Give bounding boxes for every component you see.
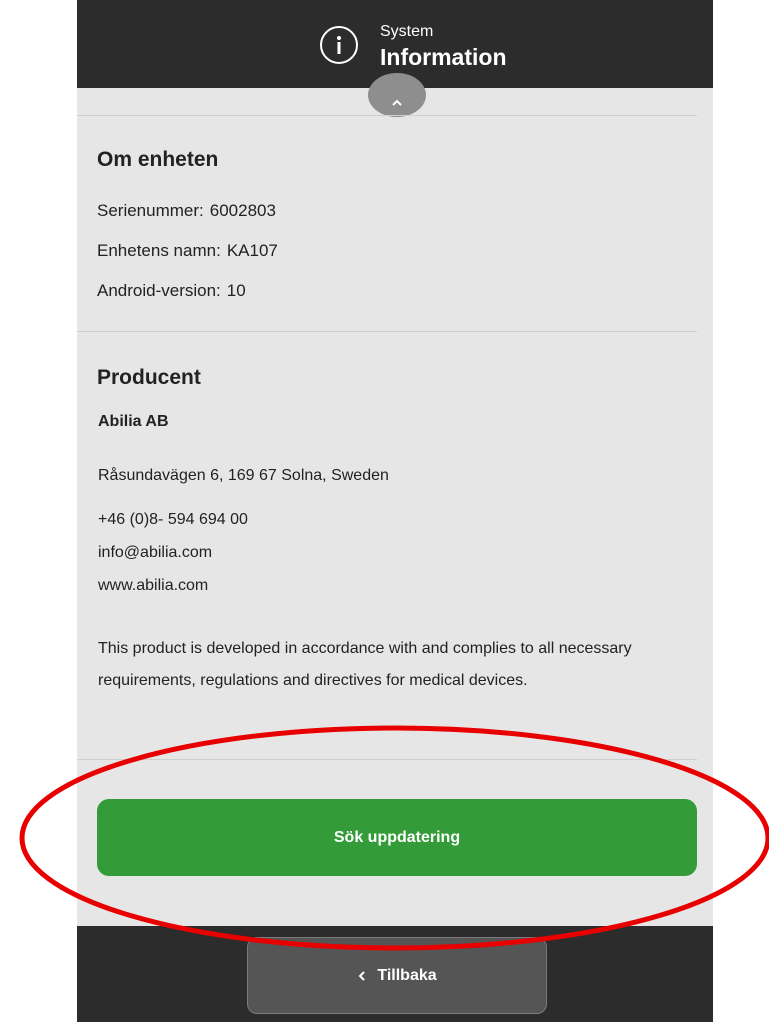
chevron-up-icon: [392, 99, 402, 106]
header-subtitle: System: [380, 23, 434, 40]
device-screen: System Information Om enheten Serienumme…: [77, 0, 713, 1022]
check-update-button[interactable]: Sök uppdatering: [97, 799, 697, 876]
android-version-value: 10: [226, 281, 246, 300]
company-name: Abilia AB: [98, 413, 169, 430]
producer-section-title: Producent: [97, 366, 201, 389]
company-address: Råsundavägen 6, 169 67 Solna, Sweden: [98, 467, 389, 484]
about-section-title: Om enheten: [97, 148, 219, 171]
info-icon: [320, 26, 358, 64]
serial-number-label: Serienummer:: [97, 201, 204, 220]
back-button[interactable]: Tillbaka: [247, 937, 547, 1014]
company-website: www.abilia.com: [98, 577, 209, 594]
compliance-statement: This product is developed in accordance …: [98, 640, 632, 689]
footer-bar: Tillbaka: [77, 926, 713, 1022]
serial-number-value: 6002803: [209, 201, 276, 220]
android-version-row: Android-version: 10: [97, 280, 246, 302]
collapse-button[interactable]: [368, 73, 426, 117]
back-button-label: Tillbaka: [377, 966, 437, 984]
divider: [77, 759, 697, 760]
divider: [77, 115, 697, 116]
company-email: info@abilia.com: [98, 544, 213, 561]
chevron-left-icon: [358, 970, 366, 981]
header-title: Information: [380, 44, 507, 70]
company-phone: +46 (0)8- 594 694 00: [98, 511, 248, 528]
device-name-label: Enhetens namn:: [97, 241, 221, 260]
serial-number-row: Serienummer: 6002803: [97, 200, 276, 222]
device-name-value: KA107: [226, 241, 278, 260]
android-version-label: Android-version:: [97, 281, 221, 300]
device-name-row: Enhetens namn: KA107: [97, 240, 278, 262]
divider: [77, 331, 697, 332]
